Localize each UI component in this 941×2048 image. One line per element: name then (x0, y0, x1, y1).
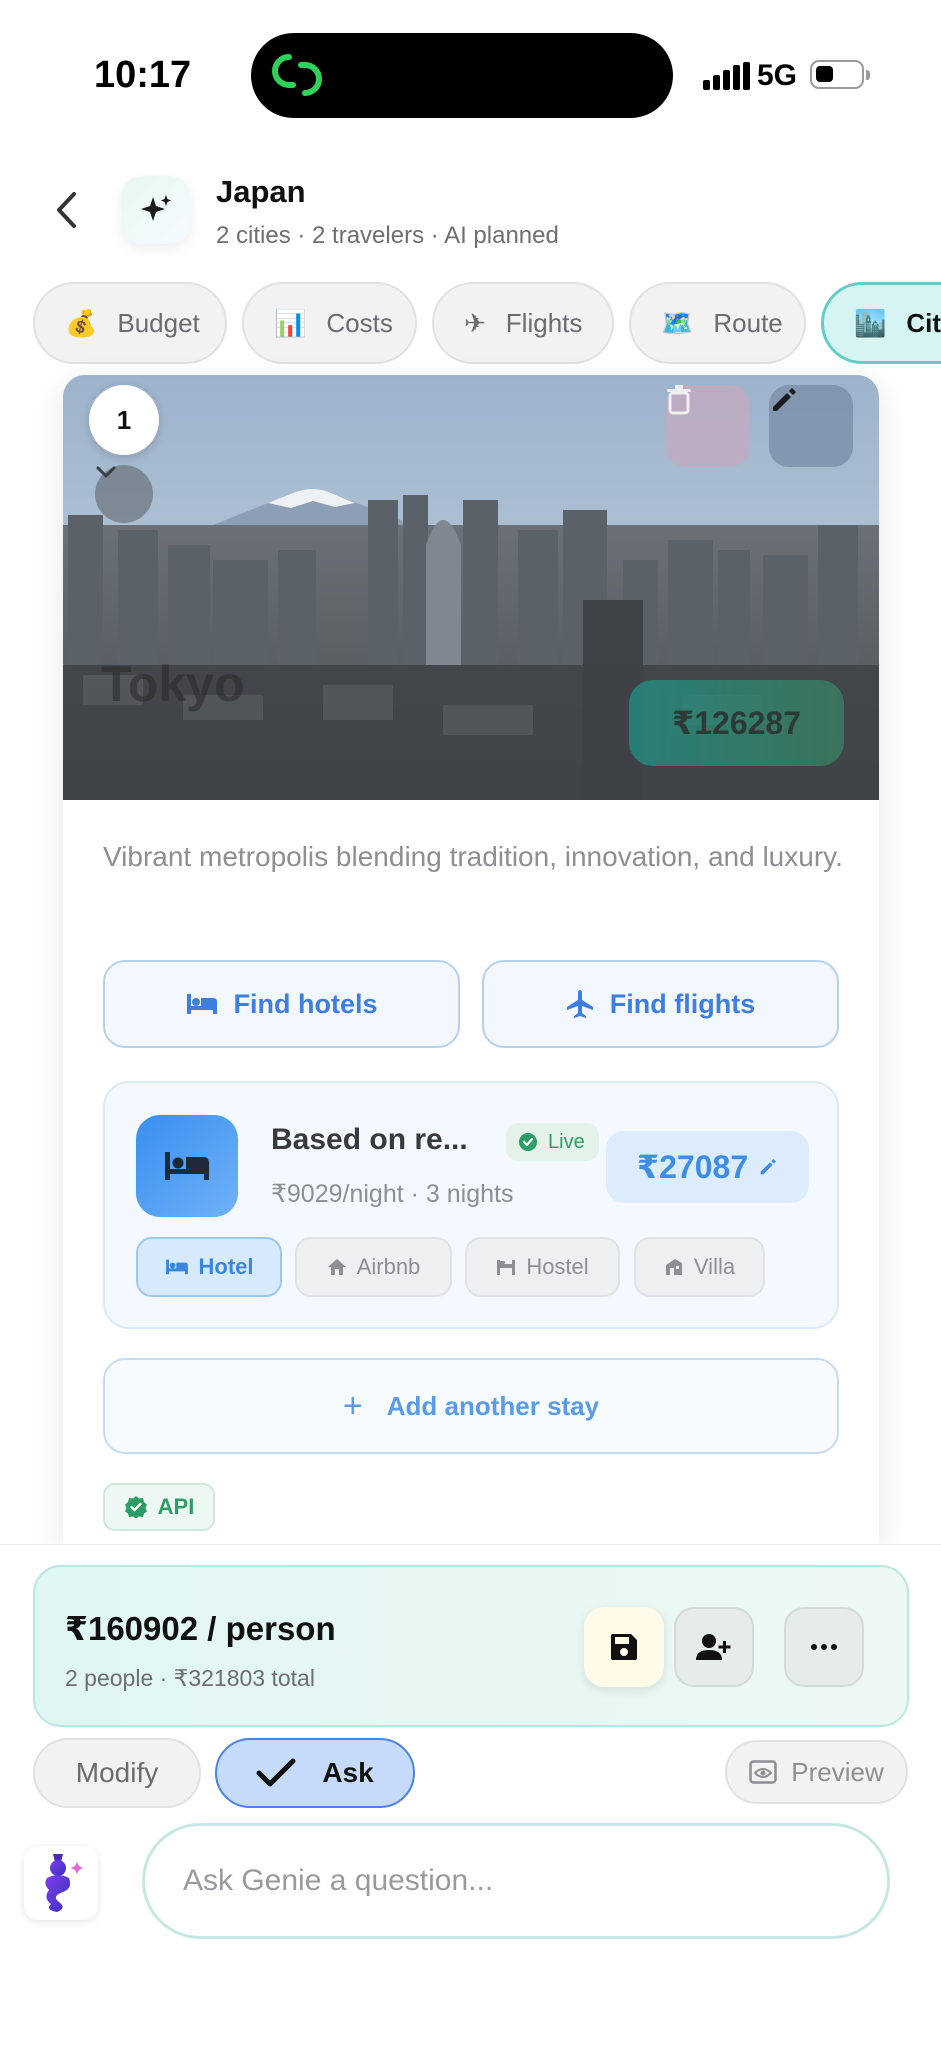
stay-type-villa[interactable]: Villa (634, 1237, 765, 1297)
stay-type-hotel[interactable]: Hotel (136, 1237, 282, 1297)
edit-city-button[interactable] (769, 385, 853, 467)
source-label: API (157, 1494, 195, 1519)
chevron-left-icon (57, 192, 76, 228)
stay-type-hostel[interactable]: Hostel (465, 1237, 620, 1297)
delete-city-button[interactable] (666, 385, 750, 467)
genie-avatar[interactable] (24, 1846, 98, 1920)
hotel-bed-icon (136, 1115, 238, 1217)
more-options-button[interactable] (784, 1607, 864, 1687)
dynamic-island (251, 33, 673, 118)
stay-type-label: Hotel (198, 1254, 254, 1279)
add-stay-button[interactable]: + Add another stay (103, 1358, 839, 1454)
stay-price: ₹27087 (636, 1149, 749, 1185)
stay-rate: ₹9029/night · 3 nights (271, 1180, 514, 1208)
back-button[interactable] (44, 186, 88, 234)
chevron-down-icon (96, 466, 116, 478)
tab-costs[interactable]: 📊 Costs (242, 282, 417, 364)
stay-price-button[interactable]: ₹27087 (606, 1131, 809, 1203)
stay-title: Based on re... (271, 1123, 468, 1156)
battery-tip (866, 70, 870, 80)
stay-type-airbnb[interactable]: Airbnb (295, 1237, 452, 1297)
status-bar: 10:17 5G (0, 0, 941, 150)
genie-icon (45, 1854, 83, 1912)
section-tabs: 💰 Budget 📊 Costs ✈ Flights 🗺️ Route 🏙️ C… (0, 280, 941, 368)
find-flights-label: Find flights (609, 988, 756, 1019)
tab-label: Costs (326, 307, 393, 338)
tab-label: Budget (117, 307, 200, 338)
map-icon: 🗺️ (661, 307, 694, 338)
add-person-icon (696, 1634, 731, 1660)
ai-sparkle-badge (122, 176, 190, 244)
page-title: Japan (216, 174, 306, 209)
preview-button[interactable]: Preview (725, 1740, 908, 1804)
preview-eye-icon (749, 1760, 777, 1784)
city-description: Vibrant metropolis blending tradition, i… (103, 841, 843, 872)
find-hotels-button[interactable]: Find hotels (103, 960, 460, 1048)
sparkles-icon (141, 195, 171, 221)
network-label: 5G (757, 59, 798, 92)
bed-icon (165, 1259, 189, 1275)
add-stay-label: Add another stay (386, 1390, 600, 1421)
tab-label: Route (713, 307, 783, 338)
cityscape-icon: 🏙️ (854, 307, 887, 338)
pencil-icon (773, 388, 796, 411)
price-per-person: ₹160902 / person (65, 1610, 336, 1647)
ellipsis-icon (811, 1644, 837, 1650)
villa-icon (664, 1257, 684, 1277)
city-name: Tokyo (101, 656, 245, 712)
airplane-icon: ✈ (464, 307, 486, 338)
preview-label: Preview (791, 1756, 884, 1787)
city-card: 1 Tokyo ₹126287 Vibrant metropolis blend… (63, 375, 879, 1545)
find-flights-button[interactable]: Find flights (482, 960, 839, 1048)
bed-icon (186, 993, 218, 1015)
link-app-icon (272, 54, 322, 96)
floppy-disk-icon (611, 1634, 637, 1660)
live-badge: Live (506, 1123, 599, 1161)
stay-type-label: Villa (693, 1254, 736, 1279)
trip-summary-card: ₹160902 / person 2 people · ₹321803 tota… (33, 1565, 909, 1727)
collapse-button[interactable] (95, 465, 153, 523)
save-trip-button[interactable] (584, 1607, 664, 1687)
bunk-bed-icon (496, 1258, 516, 1276)
money-bag-icon: 💰 (65, 307, 98, 338)
tab-budget[interactable]: 💰 Budget (33, 282, 227, 364)
tab-label: Flights (505, 307, 583, 338)
tab-cities[interactable]: 🏙️ Cities (821, 282, 941, 364)
city-hero-image: 1 Tokyo ₹126287 (63, 375, 879, 800)
stay-type-label: Airbnb (356, 1254, 421, 1279)
trash-icon (667, 385, 691, 415)
city-order-badge: 1 (89, 385, 159, 455)
modify-mode-button[interactable]: Modify (33, 1738, 201, 1808)
tab-label: Cities (906, 307, 941, 338)
pencil-icon (758, 1157, 778, 1177)
airplane-icon (566, 989, 594, 1019)
city-price-badge: ₹126287 (629, 680, 844, 766)
page-subtitle: 2 cities · 2 travelers · AI planned (216, 222, 559, 249)
invite-traveler-button[interactable] (674, 1607, 754, 1687)
bar-chart-icon: 📊 (274, 307, 307, 338)
stay-type-label: Hostel (526, 1254, 589, 1279)
ask-mode-label: Ask (322, 1757, 374, 1788)
verified-check-icon (124, 1495, 148, 1519)
status-time: 10:17 (94, 54, 192, 96)
house-icon (327, 1257, 347, 1277)
price-total: 2 people · ₹321803 total (65, 1665, 315, 1691)
tab-flights[interactable]: ✈ Flights (432, 282, 614, 364)
ask-mode-button[interactable]: Ask (215, 1738, 415, 1808)
signal-icon (703, 62, 750, 90)
stay-card: Based on re... Live ₹9029/night · 3 nigh… (103, 1081, 839, 1329)
ask-genie-input[interactable] (142, 1823, 890, 1939)
live-label: Live (548, 1130, 585, 1153)
find-hotels-label: Find hotels (233, 988, 378, 1019)
checkmark-icon (256, 1758, 296, 1788)
source-badge: API (103, 1483, 215, 1531)
tab-route[interactable]: 🗺️ Route (629, 282, 806, 364)
plus-icon: + (342, 1386, 363, 1425)
battery-icon (810, 60, 864, 89)
verified-check-icon (518, 1132, 538, 1152)
